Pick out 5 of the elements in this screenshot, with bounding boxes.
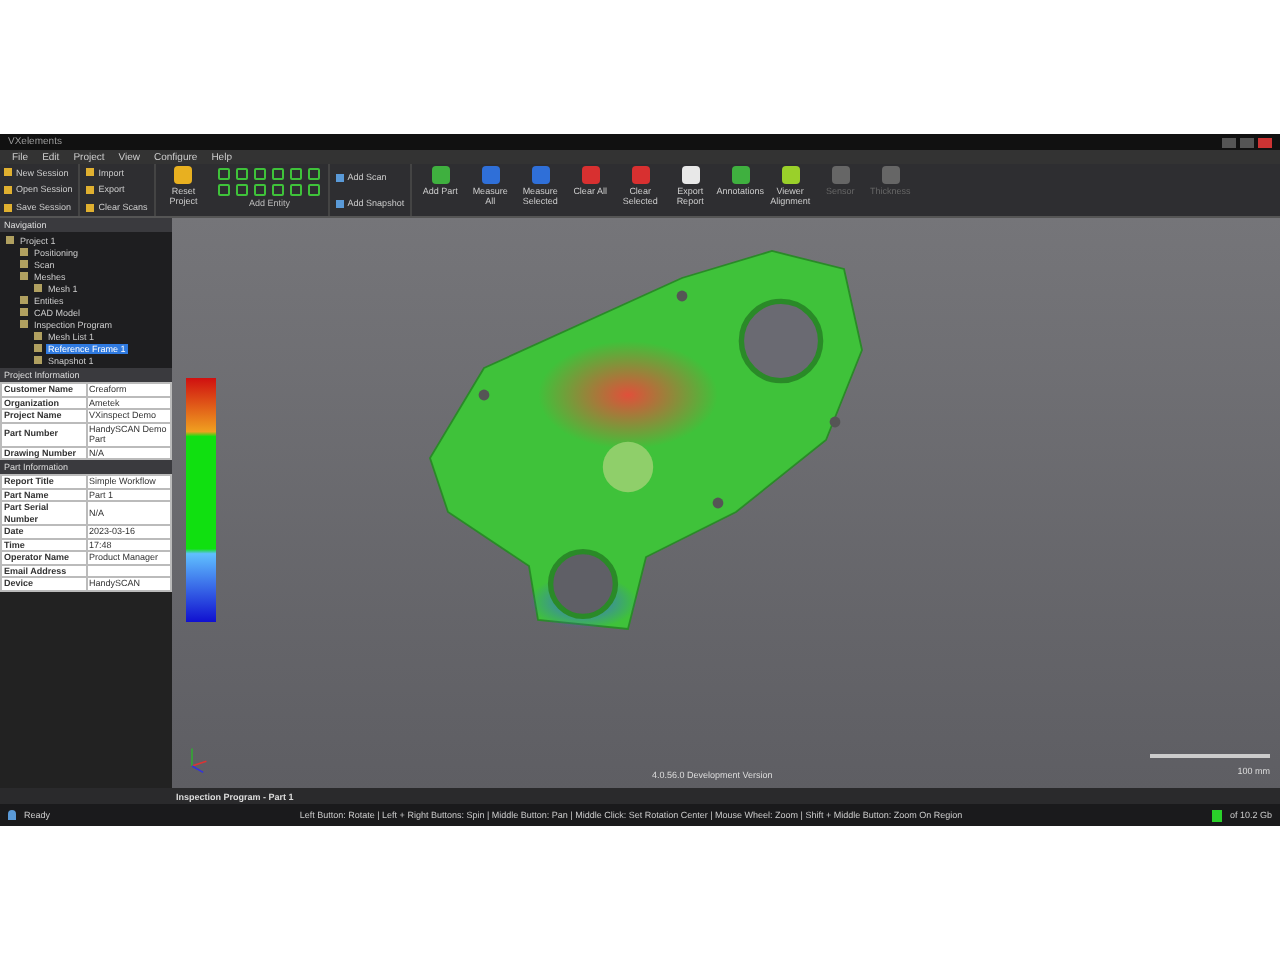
maximize-button[interactable] xyxy=(1240,137,1254,147)
memory-indicator xyxy=(1211,809,1222,821)
close-button[interactable] xyxy=(1258,137,1272,147)
minimize-button[interactable] xyxy=(1222,137,1236,147)
scale-bar xyxy=(1150,754,1270,758)
